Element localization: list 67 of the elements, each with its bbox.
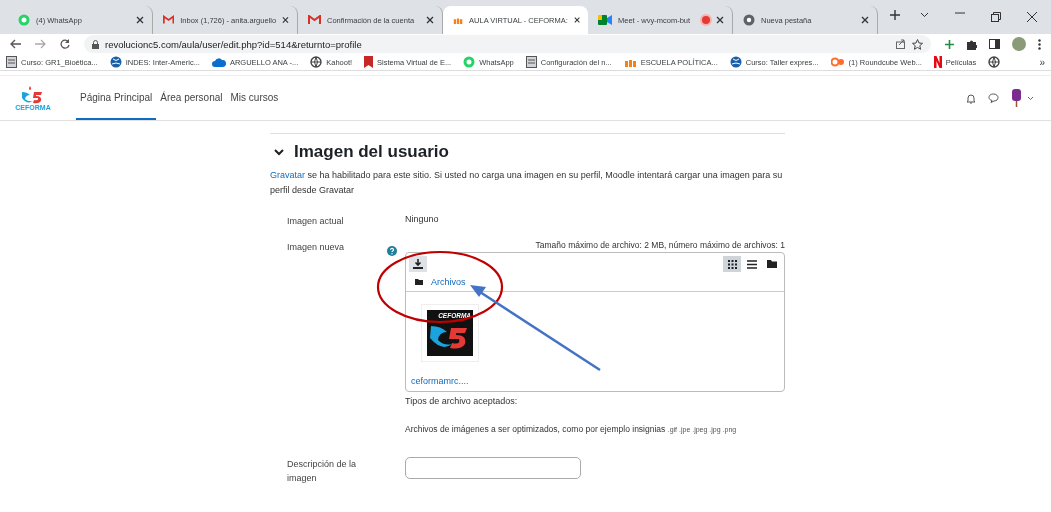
close-icon[interactable] [136, 16, 144, 24]
nav-link[interactable]: Área personal [156, 76, 227, 120]
avatar-icon[interactable] [1012, 37, 1026, 51]
help-icon[interactable] [387, 246, 397, 256]
globe-icon [988, 56, 1001, 68]
back-arrow-icon[interactable] [10, 39, 21, 49]
field-label: Descripción de la imagen [287, 458, 358, 485]
accepted-types-text: Archivos de imágenes a ser optimizados, como por ejemplo insignias [405, 424, 666, 434]
lock-icon [92, 39, 99, 49]
upload-button[interactable] [409, 256, 427, 272]
section-heading: Imagen del usuario [294, 142, 449, 162]
folder-link[interactable]: Archivos [431, 277, 466, 287]
chat-bubble-icon [463, 56, 476, 68]
field-label: Imagen nueva [287, 242, 345, 252]
grid-icon [727, 259, 737, 269]
mail-icon [308, 15, 321, 25]
side-panel-icon[interactable] [989, 39, 1000, 49]
user-avatar-icon[interactable] [1011, 89, 1035, 107]
field-value: Ninguno [405, 214, 439, 224]
accepted-types-label: Tipos de archivo aceptados: [405, 396, 519, 406]
speech-bubble-icon[interactable] [988, 93, 999, 103]
globe-icon [310, 56, 323, 68]
close-icon[interactable] [861, 16, 869, 24]
bookmark-icon [364, 56, 374, 68]
video-camera-icon [598, 15, 612, 25]
chevron-down-icon[interactable] [920, 12, 929, 18]
upload-limits-text: Tamaño máximo de archivo: 2 MB, número máximo de archivos: 1 [534, 240, 785, 250]
document-icon [525, 56, 537, 68]
close-icon[interactable] [573, 16, 580, 24]
bell-icon[interactable] [966, 92, 976, 104]
cloud-icon [211, 57, 226, 67]
chat-bubble-icon [18, 14, 30, 26]
globe-icon [109, 56, 122, 68]
field-label: Imagen actual [287, 215, 345, 228]
file-name-link[interactable]: ceformamrc.... [411, 376, 779, 386]
new-tab-icon[interactable] [890, 10, 900, 20]
bookmarks-overflow[interactable]: » [1039, 56, 1045, 68]
share-icon[interactable] [896, 39, 906, 49]
star-icon[interactable] [912, 38, 923, 50]
gravatar-notice: Gravatar se ha habilitado para este sitio. Si usted no carga una imagen en su perfil, Moodle intentará cargar una imagen para su perfil desde Gravatar [270, 169, 784, 197]
nav-link[interactable]: Página Principal [76, 76, 157, 120]
restore-icon[interactable] [991, 12, 1001, 22]
close-icon[interactable] [716, 16, 724, 24]
description-input-field[interactable] [405, 457, 581, 479]
more-menu-icon[interactable] [1038, 38, 1041, 50]
folder-icon [767, 260, 777, 268]
mail-icon [163, 15, 175, 25]
chevron-down-icon[interactable] [274, 148, 284, 156]
gravatar-link[interactable]: Gravatar [270, 170, 305, 180]
url-text: revolucionc5.com/aula/user/edit.php?id=514&returnto=profile [105, 38, 362, 50]
download-tray-icon [413, 259, 423, 269]
close-icon[interactable] [1027, 12, 1037, 22]
nav-link[interactable]: Mis cursos [226, 76, 283, 120]
letter-n-icon [933, 56, 942, 68]
close-icon[interactable] [426, 16, 434, 24]
globe-icon [743, 14, 755, 26]
address-bar[interactable]: revolucionc5.com/aula/user/edit.php?id=514&returnto=profile [84, 35, 931, 53]
reload-icon[interactable] [60, 39, 70, 49]
puzzle-icon[interactable] [966, 38, 977, 50]
recording-dot-icon [702, 16, 710, 24]
globe-icon [729, 56, 742, 68]
list-icon [747, 259, 757, 269]
folder-icon [415, 279, 423, 285]
close-icon[interactable] [282, 16, 289, 24]
document-icon [6, 56, 17, 68]
grid-view-button[interactable] [723, 256, 741, 272]
plus-icon[interactable] [945, 39, 954, 49]
